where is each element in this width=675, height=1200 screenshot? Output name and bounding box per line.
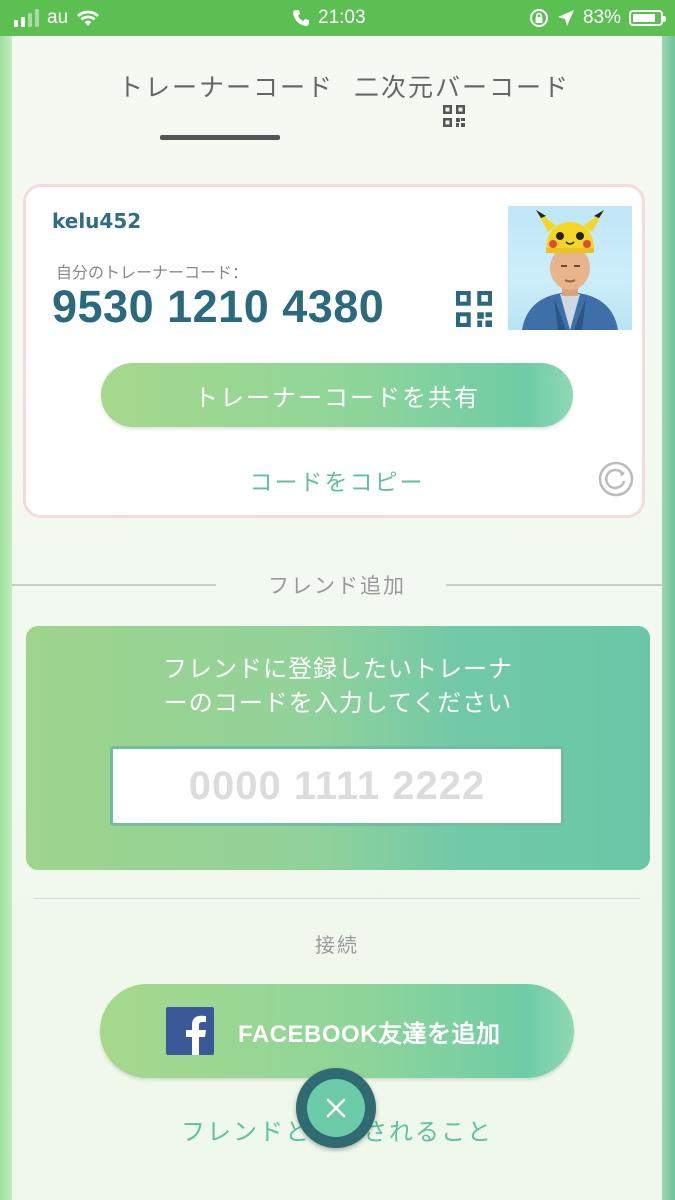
trainer-code-value: 9530 1210 4380	[52, 281, 385, 332]
signal-icon	[14, 9, 39, 27]
friend-code-prompt-line1: フレンドに登録したいトレーナ	[163, 655, 513, 683]
tab-qr-code[interactable]: 二次元バーコード	[354, 68, 570, 104]
connect-heading: 接続	[315, 933, 359, 957]
active-tab-indicator	[160, 135, 280, 140]
tab-bar: トレーナーコード 二次元バーコード	[12, 36, 662, 146]
avatar-image	[522, 210, 618, 330]
status-center: 21:03	[292, 7, 366, 29]
qr-code-icon[interactable]	[443, 105, 465, 127]
close-button-ring	[307, 1079, 365, 1137]
username: kelu452	[52, 209, 142, 233]
facebook-icon	[166, 1007, 214, 1055]
friend-panel: トレーナーコード 二次元バーコード kelu452 自分のトレーナーコード： 9…	[12, 36, 662, 1200]
battery-fill	[633, 14, 655, 22]
tab-trainer-code[interactable]: トレーナーコード	[118, 68, 334, 104]
facebook-button-label: FACEBOOK友達を追加	[238, 1021, 501, 1048]
wifi-icon	[77, 10, 100, 26]
friend-code-prompt-line2: ーのコードを入力してください	[163, 689, 513, 717]
copy-code-link[interactable]: コードをコピー	[26, 463, 648, 497]
friend-code-prompt: フレンドに登録したいトレーナ ーのコードを入力してください	[26, 652, 650, 720]
divider-connect	[34, 898, 640, 899]
close-button[interactable]	[296, 1068, 376, 1148]
phone-icon	[293, 10, 309, 26]
friend-code-entry-box: フレンドに登録したいトレーナ ーのコードを入力してください	[26, 626, 650, 870]
friend-code-input[interactable]	[110, 746, 564, 826]
orientation-lock-icon	[529, 9, 548, 27]
refresh-icon[interactable]	[598, 461, 634, 497]
status-left: au	[14, 7, 100, 29]
status-bar: au 21:03 83%	[0, 0, 675, 36]
friend-add-heading: フレンド追加	[268, 574, 406, 598]
clock-time: 21:03	[318, 7, 366, 28]
carrier-label: au	[47, 7, 69, 28]
status-right: 83%	[529, 7, 666, 29]
qr-code-icon[interactable]	[456, 291, 492, 327]
trainer-code-card: kelu452 自分のトレーナーコード： 9530 1210 4380 トレーナ…	[23, 184, 645, 518]
trainer-code-label: 自分のトレーナーコード：	[56, 263, 249, 282]
location-arrow-icon	[557, 10, 574, 26]
battery-icon	[629, 10, 666, 26]
trainer-avatar	[508, 206, 632, 330]
battery-percent: 83%	[582, 7, 621, 28]
add-facebook-friends-button[interactable]: FACEBOOK友達を追加	[100, 984, 574, 1078]
share-trainer-code-button[interactable]: トレーナーコードを共有	[101, 363, 573, 427]
close-icon	[326, 1098, 346, 1118]
